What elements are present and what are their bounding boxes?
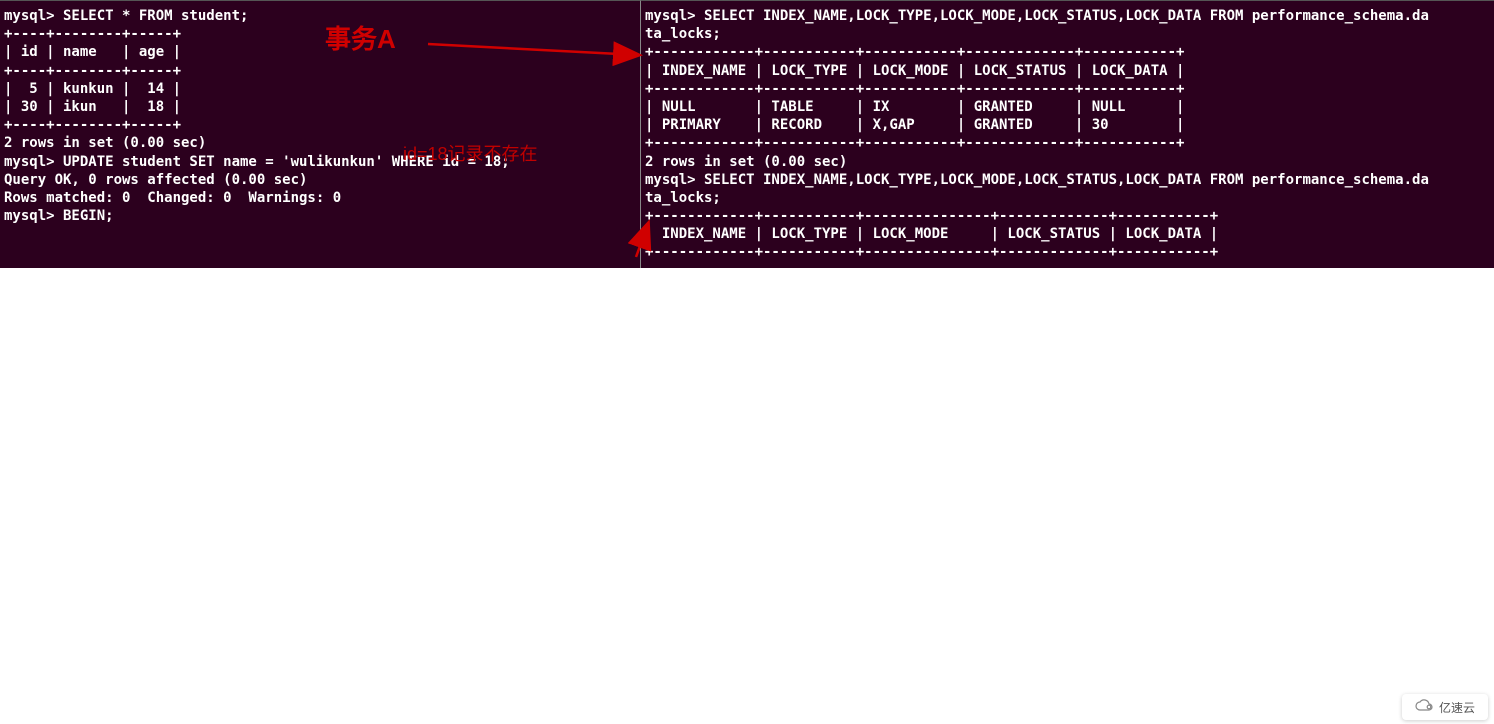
sql-select-locks: mysql> SELECT INDEX_NAME,LOCK_TYPE,LOCK_… [645, 7, 1490, 25]
sql-continuation: ta_locks; [645, 25, 1490, 43]
result-summary: 2 rows in set (0.00 sec) [645, 153, 1490, 171]
sql-update: mysql> UPDATE student SET name = 'wuliku… [4, 153, 636, 171]
rows-matched: Rows matched: 0 Changed: 0 Warnings: 0 [4, 189, 636, 207]
table-header: | INDEX_NAME | LOCK_TYPE | LOCK_MODE | L… [645, 225, 1490, 243]
sql-select-student: mysql> SELECT * FROM student; [4, 7, 636, 25]
terminal-right[interactable]: mysql> SELECT INDEX_NAME,LOCK_TYPE,LOCK_… [640, 0, 1494, 268]
cloud-icon [1415, 699, 1435, 716]
watermark-badge: 亿速云 [1402, 694, 1488, 720]
table-border: +------------+-----------+-----------+--… [645, 134, 1490, 152]
terminal-left[interactable]: mysql> SELECT * FROM student; +----+----… [0, 0, 640, 268]
sql-begin: mysql> BEGIN; [4, 207, 636, 225]
table-border: +----+--------+-----+ [4, 116, 636, 134]
table-header: | INDEX_NAME | LOCK_TYPE | LOCK_MODE | L… [645, 62, 1490, 80]
sql-select-locks-2: mysql> SELECT INDEX_NAME,LOCK_TYPE,LOCK_… [645, 171, 1490, 189]
table-border: +------------+-----------+--------------… [645, 207, 1490, 225]
table-border: +----+--------+-----+ [4, 25, 636, 43]
watermark-text: 亿速云 [1439, 699, 1475, 716]
query-ok: Query OK, 0 rows affected (0.00 sec) [4, 171, 636, 189]
table-row: | PRIMARY | RECORD | X,GAP | GRANTED | 3… [645, 116, 1490, 134]
table-row: | 5 | kunkun | 14 | [4, 80, 636, 98]
table-border: +------------+-----------+-----------+--… [645, 43, 1490, 61]
table-border: +------------+-----------+--------------… [645, 243, 1490, 261]
table-border: +------------+-----------+-----------+--… [645, 80, 1490, 98]
table-row: | NULL | TABLE | IX | GRANTED | NULL | [645, 98, 1490, 116]
table-header: | id | name | age | [4, 43, 636, 61]
table-border: +----+--------+-----+ [4, 62, 636, 80]
sql-continuation: ta_locks; [645, 189, 1490, 207]
result-summary: 2 rows in set (0.00 sec) [4, 134, 636, 152]
table-row: | 30 | ikun | 18 | [4, 98, 636, 116]
